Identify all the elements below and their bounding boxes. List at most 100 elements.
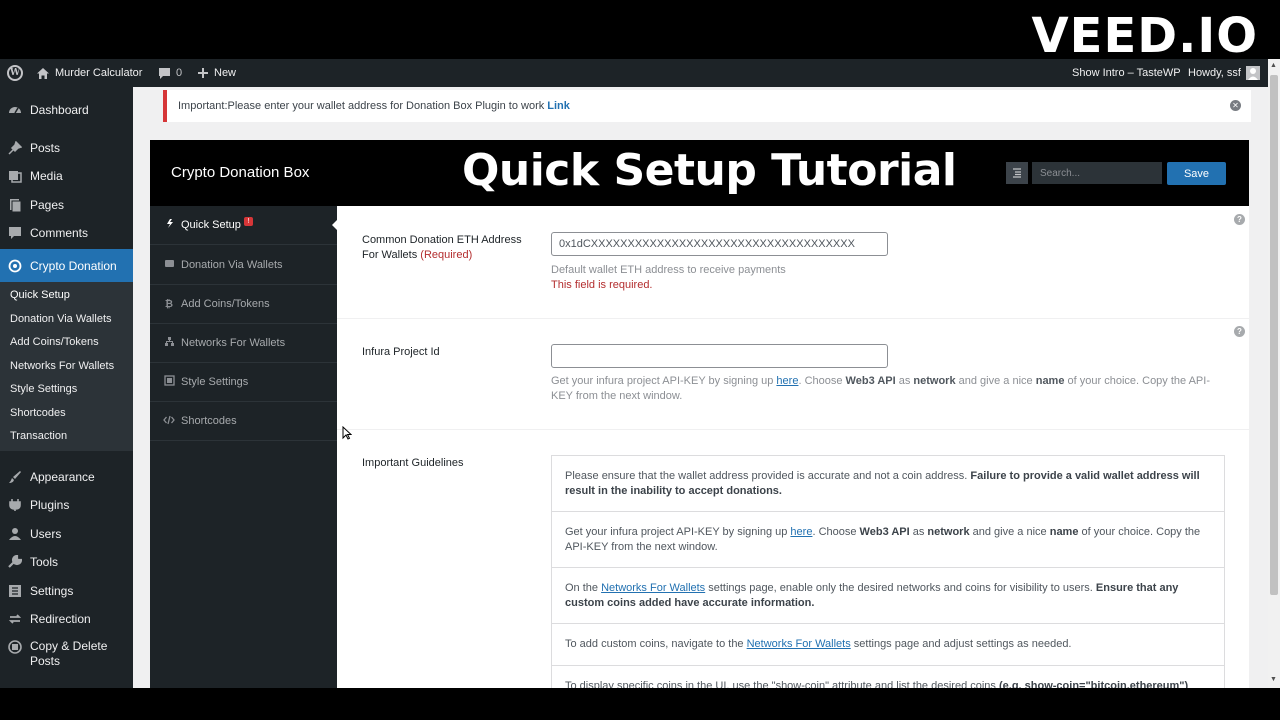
nav-shortcodes[interactable]: Shortcodes xyxy=(150,402,337,441)
submenu-style-settings[interactable]: Style Settings xyxy=(10,383,77,395)
sidebar-item-tools[interactable]: Tools xyxy=(0,551,133,573)
comments-link[interactable]: 0 xyxy=(158,59,182,87)
site-name-link[interactable]: Murder Calculator xyxy=(36,59,142,87)
sidebar-item-dashboard[interactable]: Dashboard xyxy=(0,99,133,121)
infura-description: Get your infura project API-KEY by signi… xyxy=(551,375,1210,402)
submenu-quick-setup[interactable]: Quick Setup xyxy=(10,289,70,301)
page-scrollbar[interactable]: ▲ ▼ xyxy=(1268,59,1280,688)
comment-icon xyxy=(8,226,22,240)
settings-icon xyxy=(8,584,22,598)
howdy-label: Howdy, ssf xyxy=(1188,67,1241,79)
guidelines-label: Important Guidelines xyxy=(362,457,464,469)
pin-icon xyxy=(8,141,22,155)
sidebar-item-comments[interactable]: Comments xyxy=(0,222,133,244)
guideline-item: To display specific coins in the UI, use… xyxy=(565,680,1189,688)
comment-bubble-icon xyxy=(159,67,170,79)
nav-quick-setup[interactable]: Quick Setup ! xyxy=(150,206,337,245)
style-icon xyxy=(163,375,175,389)
scroll-down-icon[interactable]: ▼ xyxy=(1270,676,1277,683)
wallet-address-notice: Important:Please enter your wallet addre… xyxy=(163,90,1251,122)
redirect-icon xyxy=(8,612,22,626)
wallet-icon xyxy=(163,258,175,272)
infura-label: Infura Project Id xyxy=(362,346,440,358)
sidebar-item-settings[interactable]: Settings xyxy=(0,580,133,602)
brush-icon xyxy=(8,470,22,484)
eth-address-input[interactable] xyxy=(551,232,888,256)
guidelines-box: Please ensure that the wallet address pr… xyxy=(551,455,1225,688)
submenu-add-coins-tokens[interactable]: Add Coins/Tokens xyxy=(10,336,99,348)
media-icon xyxy=(8,169,22,183)
plugin-header: Crypto Donation Box Quick Setup Tutorial… xyxy=(150,140,1249,206)
sidebar-item-crypto-donation[interactable]: Crypto Donation xyxy=(0,249,133,282)
guideline-signup-link[interactable]: here xyxy=(790,526,812,538)
users-icon xyxy=(8,527,22,541)
plugin-icon xyxy=(8,498,22,512)
code-icon xyxy=(163,415,175,428)
wp-logo-menu[interactable]: W xyxy=(7,59,23,87)
veed-watermark: VEED.IO xyxy=(1031,8,1258,64)
nav-add-coins-tokens[interactable]: ₿ Add Coins/Tokens xyxy=(150,285,337,324)
required-tag: (Required) xyxy=(420,249,473,261)
sidebar-item-media[interactable]: Media xyxy=(0,165,133,187)
list-icon xyxy=(1013,168,1021,178)
field-divider xyxy=(337,429,1249,430)
nav-donation-via-wallets[interactable]: Donation Via Wallets xyxy=(150,246,337,285)
help-icon[interactable]: ? xyxy=(1234,326,1245,337)
field-divider xyxy=(337,318,1249,319)
setup-icon xyxy=(163,218,175,232)
sidebar-item-posts[interactable]: Posts xyxy=(0,137,133,159)
scroll-thumb[interactable] xyxy=(1270,75,1278,595)
sidebar-item-appearance[interactable]: Appearance xyxy=(0,466,133,488)
new-content-link[interactable]: New xyxy=(197,59,236,87)
crypto-donation-submenu: Quick Setup Donation Via Wallets Add Coi… xyxy=(0,282,133,451)
comments-count: 0 xyxy=(176,67,183,79)
admin-bar: W Murder Calculator 0 New Show Intro – T… xyxy=(0,59,1280,87)
copy-icon xyxy=(8,640,22,654)
show-intro-link[interactable]: Show Intro – TasteWP xyxy=(1072,59,1181,87)
nav-networks-for-wallets[interactable]: Networks For Wallets xyxy=(150,324,337,363)
wordpress-logo-icon: W xyxy=(7,65,23,81)
submenu-transaction[interactable]: Transaction xyxy=(10,430,67,442)
scroll-up-icon[interactable]: ▲ xyxy=(1270,62,1277,69)
notice-text: Important:Please enter your wallet addre… xyxy=(178,100,545,112)
save-button[interactable]: Save xyxy=(1167,162,1226,185)
eth-address-description: Default wallet ETH address to receive pa… xyxy=(551,264,786,276)
network-icon xyxy=(163,336,175,350)
notice-link[interactable]: Link xyxy=(547,100,570,112)
site-name: Murder Calculator xyxy=(55,67,143,79)
user-avatar-icon xyxy=(1247,68,1258,80)
guideline-item: Get your infura project API-KEY by signi… xyxy=(552,512,1224,568)
mouse-cursor-icon xyxy=(342,426,352,440)
networks-settings-link[interactable]: Networks For Wallets xyxy=(601,582,705,594)
guideline-item: Please ensure that the wallet address pr… xyxy=(552,456,1224,512)
plugin-title: Crypto Donation Box xyxy=(171,164,310,181)
sidebar-item-users[interactable]: Users xyxy=(0,523,133,545)
bitcoin-icon: ₿ xyxy=(164,298,174,310)
infura-signup-link[interactable]: here xyxy=(776,375,798,387)
sidebar-item-pages[interactable]: Pages xyxy=(0,194,133,216)
dashboard-icon xyxy=(8,103,22,117)
close-icon[interactable]: ✕ xyxy=(1230,100,1241,111)
networks-settings-link[interactable]: Networks For Wallets xyxy=(747,638,851,650)
admin-sidebar: Dashboard Posts Media Pages Comments Cry… xyxy=(0,87,133,688)
show-intro-label: Show Intro – TasteWP xyxy=(1072,67,1181,79)
sidebar-item-copy-delete-posts[interactable]: Copy & Delete Posts xyxy=(0,639,133,671)
sidebar-item-redirection[interactable]: Redirection xyxy=(0,608,133,630)
eth-address-error: This field is required. xyxy=(551,279,653,291)
sidebar-item-plugins[interactable]: Plugins xyxy=(0,494,133,516)
submenu-networks-for-wallets[interactable]: Networks For Wallets xyxy=(10,360,114,372)
submenu-shortcodes[interactable]: Shortcodes xyxy=(10,407,66,419)
plugin-settings-panel: ? Common Donation ETH Address For Wallet… xyxy=(337,206,1249,688)
video-letterbox-bottom xyxy=(0,688,1280,720)
nav-style-settings[interactable]: Style Settings xyxy=(150,363,337,402)
settings-search-input[interactable] xyxy=(1032,162,1162,184)
home-icon xyxy=(37,67,49,79)
infura-project-id-input[interactable] xyxy=(551,344,888,368)
plus-icon xyxy=(198,68,208,78)
crypto-icon xyxy=(8,259,22,273)
account-menu[interactable]: Howdy, ssf xyxy=(1188,59,1260,87)
expand-sections-button[interactable] xyxy=(1006,162,1028,184)
submenu-donation-via-wallets[interactable]: Donation Via Wallets xyxy=(10,313,112,325)
help-icon[interactable]: ? xyxy=(1234,214,1245,225)
eth-address-label: Common Donation ETH Address For Wallets … xyxy=(362,234,522,261)
